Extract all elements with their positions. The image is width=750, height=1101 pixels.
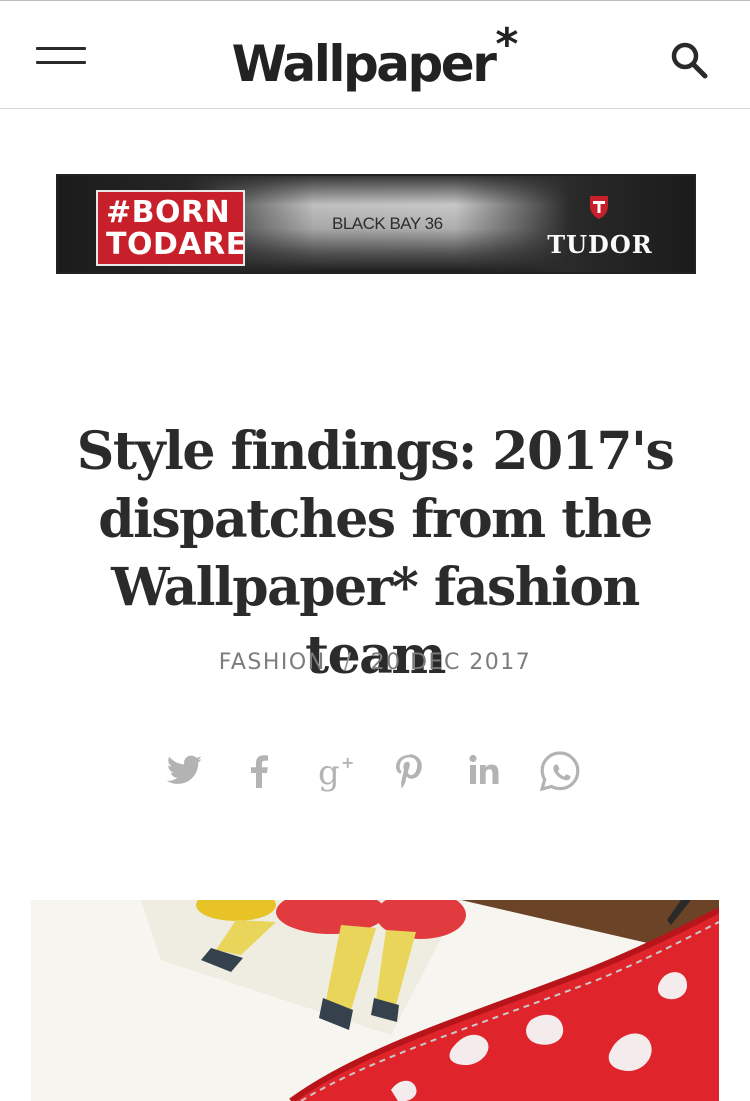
category-link[interactable]: FASHION [219, 650, 326, 675]
ad-tag-line2: TODARE [106, 227, 247, 262]
facebook-icon[interactable] [235, 746, 285, 796]
article-title-line: dispatches from the [98, 489, 653, 550]
ad-banner[interactable]: #BORN TODARE BLACK BAY 36 TUDOR [56, 174, 696, 274]
article-meta: FASHION / 20 DEC 2017 [0, 650, 750, 675]
svg-text:+: + [341, 753, 354, 772]
google-plus-icon[interactable]: g + [312, 746, 362, 796]
twitter-icon[interactable] [160, 746, 210, 796]
ad-hashtag-badge: #BORN TODARE [96, 190, 247, 266]
logo-star: * [495, 19, 519, 70]
ad-tag-line1: #BORN [106, 195, 231, 230]
pinterest-icon[interactable] [384, 746, 434, 796]
publish-date: 20 DEC 2017 [370, 650, 532, 675]
site-logo[interactable]: Wallpaper* [0, 23, 750, 90]
article-title-line: Style findings: 2017's [76, 421, 675, 482]
tudor-shield-icon [588, 194, 610, 220]
ad-brand-name: TUDOR [547, 230, 653, 259]
whatsapp-icon[interactable] [535, 746, 585, 796]
logo-text: Wallpaper [231, 35, 497, 93]
svg-text:g: g [318, 753, 340, 793]
share-bar: g + [0, 746, 750, 796]
meta-separator: / [343, 650, 353, 675]
site-header: Wallpaper* [0, 0, 750, 109]
search-icon[interactable] [668, 39, 710, 81]
ad-model-name: BLACK BAY 36 [332, 214, 443, 233]
linkedin-icon[interactable] [460, 746, 510, 796]
article-hero-image[interactable] [31, 900, 719, 1101]
